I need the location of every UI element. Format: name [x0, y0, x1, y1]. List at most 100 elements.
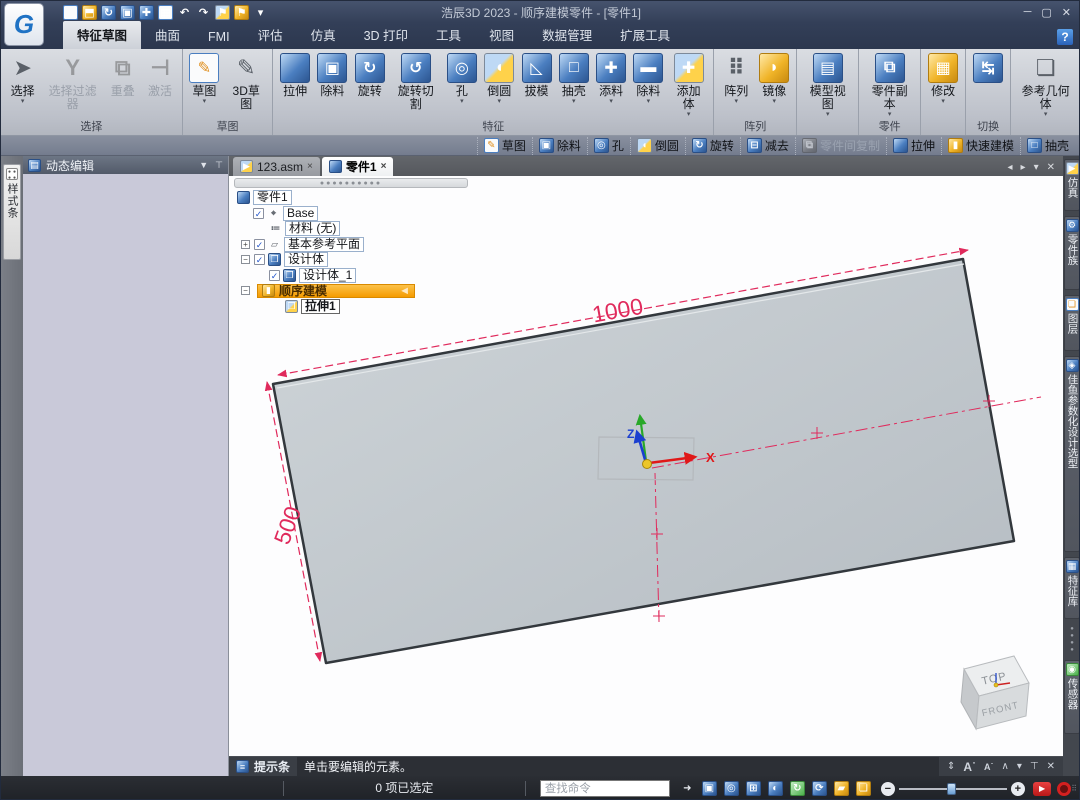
panel-dropdown-icon[interactable]: ▼: [199, 160, 208, 171]
panel-pin-icon[interactable]: ⊤: [215, 160, 223, 171]
dropdown-arrow-icon[interactable]: ▾: [460, 98, 464, 105]
open-folder-icon[interactable]: ⬒: [82, 5, 97, 20]
dock-grip[interactable]: ●●●●: [1069, 626, 1075, 654]
right-tab-零件族[interactable]: ⚙零件族: [1064, 216, 1080, 290]
tree-checkbox[interactable]: ✓: [254, 239, 265, 250]
dropdown-arrow-icon[interactable]: ▾: [941, 98, 945, 105]
play-button[interactable]: ▶: [1033, 782, 1052, 796]
dynamic-edit-body[interactable]: [23, 174, 228, 776]
dropdown-arrow-icon[interactable]: ▾: [647, 98, 651, 105]
ribbon-tab-工具[interactable]: 工具: [422, 21, 475, 49]
quickbar-减去[interactable]: ⊟减去: [740, 137, 795, 155]
tree-row-拉伸1[interactable]: ❒拉伸1: [235, 299, 415, 315]
rotate-icon[interactable]: ⟳: [812, 781, 827, 796]
font-increase-icon[interactable]: A˙: [963, 760, 976, 774]
阵列-button[interactable]: ⠿阵列▾: [717, 51, 755, 105]
quickbar-零件间复制[interactable]: ⧉零件间复制: [795, 137, 886, 155]
激活-button[interactable]: ⊣激活: [141, 51, 178, 98]
dropdown-arrow-icon[interactable]: ▾: [497, 98, 501, 105]
doc-tab-close-icon[interactable]: ×: [381, 161, 387, 172]
zoom-in-icon[interactable]: +: [1011, 782, 1025, 796]
fit-view-icon[interactable]: ▣: [702, 781, 717, 796]
ribbon-tab-3D 打印[interactable]: 3D 打印: [350, 21, 422, 49]
undo-icon[interactable]: ↶: [177, 5, 192, 20]
quickbar-孔[interactable]: ◎孔: [587, 137, 630, 155]
new-document-icon[interactable]: [63, 5, 78, 20]
quickbar-除料[interactable]: ▣除料: [532, 137, 587, 155]
redo-icon[interactable]: ↷: [196, 5, 211, 20]
minimize-button[interactable]: ─: [1024, 6, 1032, 19]
quickbar-快速建模[interactable]: ▮快速建模: [941, 137, 1020, 155]
quickbar-倒圆[interactable]: ◖倒圆: [630, 137, 685, 155]
tree-row-设计体_1[interactable]: ✓❒设计体_1: [235, 268, 415, 284]
right-tab-图层[interactable]: ❏图层: [1064, 295, 1080, 351]
active-mode-bar[interactable]: ▮顺序建模◄: [257, 284, 415, 298]
collapse-icon[interactable]: −: [241, 255, 250, 264]
ribbon-tab-评估[interactable]: 评估: [244, 21, 297, 49]
tab-scroll-left-icon[interactable]: ◂: [1008, 162, 1013, 173]
零件副本-button[interactable]: ⧉零件副本▾: [862, 51, 917, 118]
tree-checkbox[interactable]: ✓: [254, 254, 265, 265]
tree-row-顺序建模[interactable]: −▮顺序建模◄: [235, 283, 415, 299]
dropdown-arrow-icon[interactable]: ▾: [609, 98, 613, 105]
zoom-out-icon[interactable]: −: [881, 782, 895, 796]
dropdown-arrow-icon[interactable]: ▾: [1044, 111, 1048, 118]
倒圆-button[interactable]: ◖倒圆▾: [481, 51, 518, 105]
prompt-close-icon[interactable]: ✕: [1047, 761, 1055, 772]
app-logo[interactable]: G: [4, 3, 44, 46]
抽壳-button[interactable]: □抽壳▾: [555, 51, 592, 105]
quickbar-抽壳[interactable]: □抽壳: [1020, 137, 1075, 155]
修改-button[interactable]: ▦修改▾: [924, 51, 962, 105]
customize-b-icon[interactable]: ⚑: [234, 5, 249, 20]
doc-tab-零件1[interactable]: 零件1×: [322, 157, 394, 176]
pathfinder-grip[interactable]: ●●●●●●●●●●: [234, 178, 468, 188]
quickbar-草图[interactable]: ✎草图: [477, 137, 532, 155]
ribbon-tab-仿真[interactable]: 仿真: [297, 21, 350, 49]
customize-a-icon[interactable]: ⚑: [215, 5, 230, 20]
dropdown-arrow-icon[interactable]: ▾: [772, 98, 776, 105]
tree-row-设计体[interactable]: −✓❒设计体: [235, 252, 415, 268]
sync-icon[interactable]: ↻: [101, 5, 116, 20]
tab-list-icon[interactable]: ▾: [1034, 162, 1039, 173]
mode-arrow-icon[interactable]: ◄: [399, 286, 410, 296]
spin-icon[interactable]: ↻: [790, 781, 805, 796]
ribbon-tab-曲面[interactable]: 曲面: [141, 21, 194, 49]
save-icon[interactable]: ▣: [120, 5, 135, 20]
tab-close-icon[interactable]: ✕: [1047, 162, 1055, 173]
重叠-button[interactable]: ⧉重叠: [104, 51, 141, 98]
quickbar-旋转[interactable]: ↻旋转: [685, 137, 740, 155]
ribbon-tab-FMI[interactable]: FMI: [194, 26, 244, 49]
right-tab-仿真[interactable]: ▶仿真: [1064, 159, 1080, 211]
layers-view-icon[interactable]: ❏: [856, 781, 871, 796]
doc-tab-close-icon[interactable]: ×: [307, 161, 313, 172]
tree-row-材料 (无)[interactable]: ≔材料 (无): [235, 221, 415, 237]
孔-button[interactable]: ◎孔▾: [443, 51, 480, 105]
prompt-dropdown-icon[interactable]: ▾: [1017, 761, 1022, 772]
font-decrease-icon[interactable]: A˙: [984, 762, 994, 772]
ribbon-tab-视图[interactable]: 视图: [475, 21, 528, 49]
prompt-scroll-icon[interactable]: ⇕: [947, 761, 955, 772]
添料-button[interactable]: ✚添料▾: [592, 51, 629, 105]
switch-button[interactable]: ↹: [969, 51, 1007, 85]
tree-row-基本参考平面[interactable]: +✓▱基本参考平面: [235, 237, 415, 253]
tree-row-Base[interactable]: ✓⌖Base: [235, 206, 415, 222]
shaded-view-icon[interactable]: ◐: [768, 781, 783, 796]
dropdown-arrow-icon[interactable]: ▾: [734, 98, 738, 105]
dropdown-arrow-icon[interactable]: ▾: [826, 111, 830, 118]
zoom-area-icon[interactable]: ⊞: [746, 781, 761, 796]
草图-button[interactable]: ✎草图▾: [186, 51, 223, 105]
table-icon[interactable]: ▦: [158, 5, 173, 20]
ribbon-tab-特征草图[interactable]: 特征草图: [63, 21, 141, 49]
viewport[interactable]: 1000 500: [229, 176, 1063, 756]
collapse-icon[interactable]: ∧: [1002, 761, 1009, 772]
除料-button[interactable]: ▬除料▾: [630, 51, 667, 105]
close-button[interactable]: ✕: [1062, 6, 1071, 19]
command-search-input[interactable]: [540, 780, 670, 797]
doc-tab-123.asm[interactable]: ▶123.asm×: [233, 157, 320, 176]
save-as-icon[interactable]: ✚: [139, 5, 154, 20]
参考几何体-button[interactable]: ❏参考几何体▾: [1014, 51, 1077, 118]
more-dropdown-icon[interactable]: ▾: [253, 5, 268, 20]
tree-checkbox[interactable]: ✓: [253, 208, 264, 219]
redo-arrow-icon[interactable]: ➜: [680, 781, 695, 796]
模型视图-button[interactable]: ▤模型视图▾: [800, 51, 855, 118]
